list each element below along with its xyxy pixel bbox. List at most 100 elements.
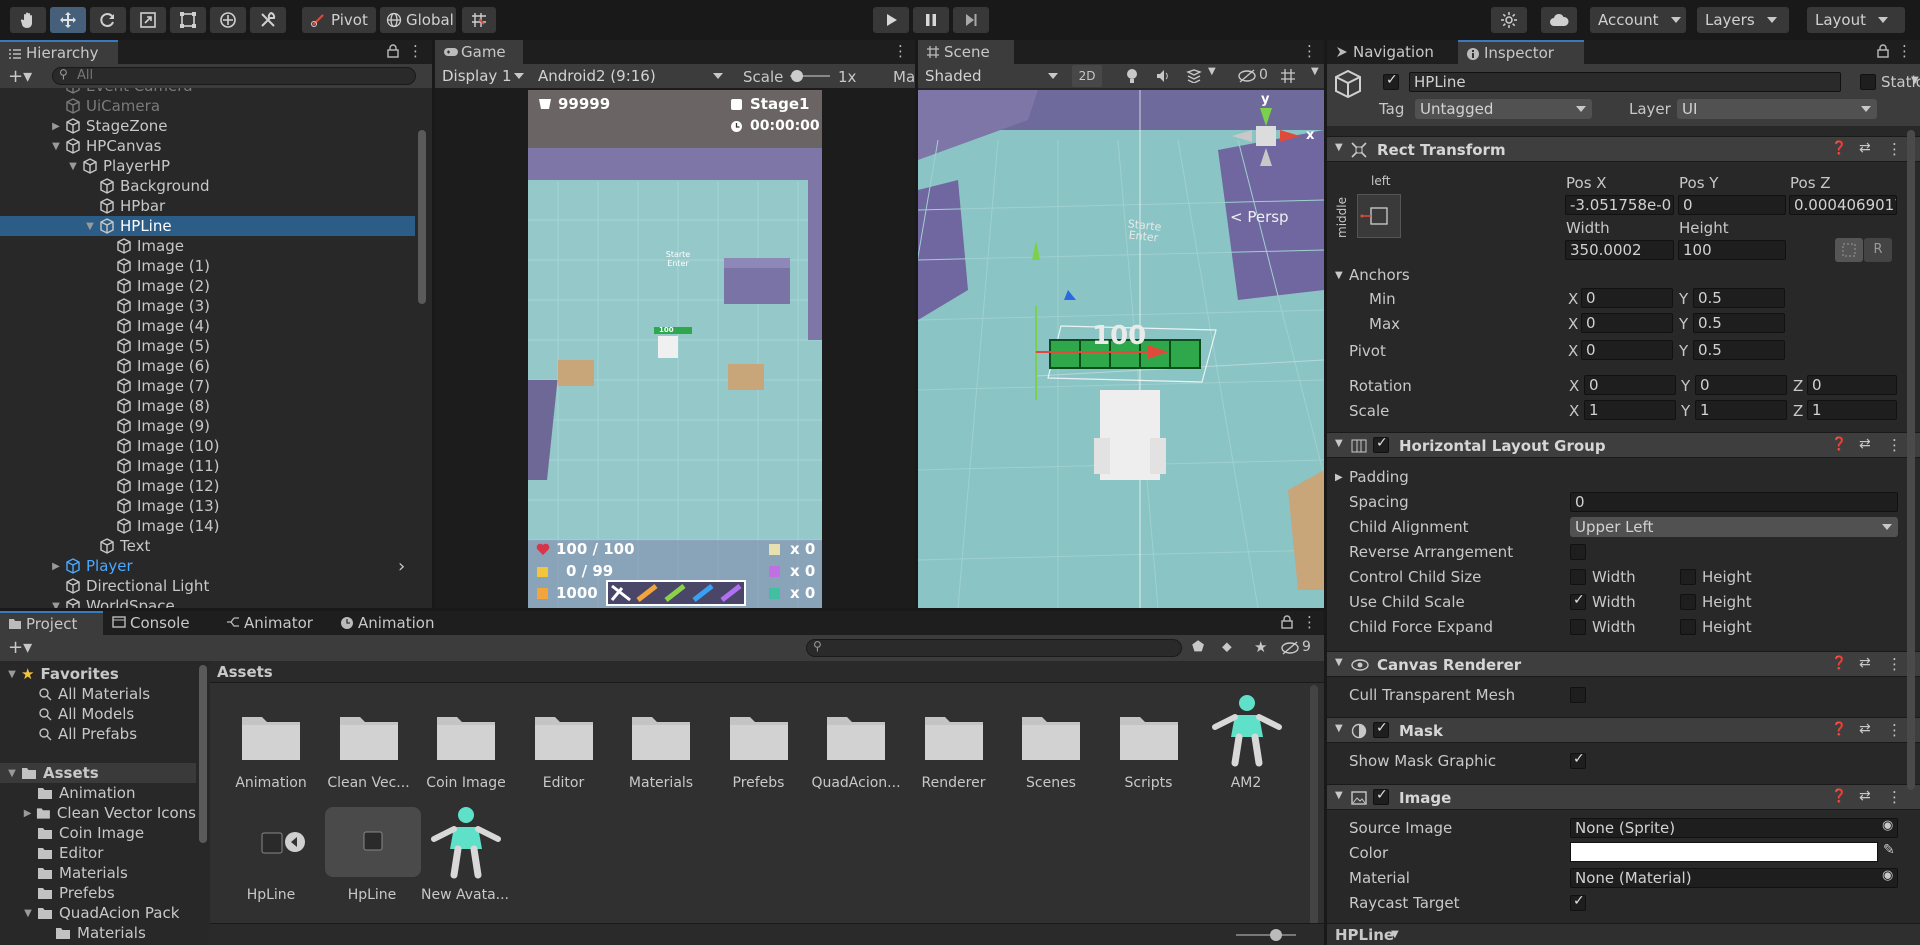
pivot-x-field[interactable]: 0 <box>1581 340 1673 360</box>
hidden-objects-icon[interactable] <box>1238 69 1256 83</box>
hierarchy-item[interactable]: Image (8) <box>0 396 415 416</box>
lighting-icon[interactable] <box>1125 68 1139 84</box>
scene-orientation-gizmo[interactable] <box>1218 96 1318 192</box>
tab-scene[interactable]: Scene <box>918 40 1014 64</box>
static-dropdown-icon[interactable]: ▼ <box>1911 75 1919 86</box>
maximize-toggle[interactable]: Ma <box>893 68 915 86</box>
hierarchy-item[interactable]: Image (2) <box>0 276 415 296</box>
anchors-collapse-icon[interactable]: ▼ <box>1335 270 1343 281</box>
control-height-checkbox[interactable] <box>1680 569 1696 585</box>
expand-arrow-icon[interactable]: ▼ <box>50 600 62 609</box>
scale-tool-button[interactable] <box>130 7 166 33</box>
hierarchy-item[interactable]: Image (14) <box>0 516 415 536</box>
hierarchy-item[interactable]: Image (12) <box>0 476 415 496</box>
image-enabled-checkbox[interactable] <box>1373 787 1389 805</box>
expand-width-checkbox[interactable] <box>1570 619 1586 635</box>
gizmos-dropdown-icon[interactable]: ▼ <box>1311 66 1319 77</box>
presets-icon[interactable]: ⇄ <box>1859 140 1871 156</box>
effects-icon[interactable] <box>1186 69 1202 83</box>
posz-field[interactable]: 0.0004069017 <box>1789 195 1897 215</box>
asset-folder[interactable]: Prefebs <box>714 693 804 798</box>
project-search-input[interactable]: ⚲ <box>806 639 1182 657</box>
asset-breadcrumb[interactable]: Assets <box>217 663 273 681</box>
footer-object-label[interactable]: HPLine <box>1335 926 1394 944</box>
image-header[interactable]: ▼ Image ❓ ⇄ ⋮ <box>1327 784 1920 810</box>
lock-icon[interactable] <box>387 44 399 58</box>
asset-item[interactable]: New Avata... <box>420 805 510 910</box>
assets-root-folder[interactable]: ▼ Assets <box>0 763 196 783</box>
asset-folder[interactable]: Clean Vec... <box>324 693 414 798</box>
hierarchy-menu-icon[interactable]: ⋮ <box>408 42 423 62</box>
favorites-star-icon[interactable]: ★ <box>1254 638 1267 656</box>
scale-width-checkbox[interactable] <box>1570 592 1586 610</box>
mask-help-icon[interactable]: ❓ <box>1831 722 1847 737</box>
custom-tool-button[interactable] <box>250 7 286 33</box>
spacing-field[interactable]: 0 <box>1570 492 1898 512</box>
game-viewport[interactable]: 99999 Stage1 00:00:00 Starte Enter 100 1… <box>528 90 822 608</box>
image-presets-icon[interactable]: ⇄ <box>1859 788 1871 804</box>
icon-size-slider[interactable] <box>1236 934 1296 936</box>
asset-folder[interactable]: Materials <box>616 693 706 798</box>
asset-item[interactable]: HpLine <box>226 805 316 910</box>
hierarchy-item[interactable]: Image (10) <box>0 436 415 456</box>
material-field[interactable]: None (Material) <box>1570 868 1898 888</box>
resolution-dropdown[interactable]: Android2 (9:16) <box>533 66 729 86</box>
hierarchy-item[interactable]: Image (4) <box>0 316 415 336</box>
asset-item[interactable]: AM2 <box>1201 693 1291 798</box>
scale-y-field[interactable]: 1 <box>1695 400 1787 420</box>
gizmos-grid-icon[interactable] <box>1280 68 1296 84</box>
step-button[interactable] <box>953 7 989 33</box>
anchor-presets-button[interactable] <box>1357 194 1401 238</box>
hlg-collapse-icon[interactable]: ▼ <box>1335 438 1343 449</box>
expand-arrow-icon[interactable]: ▼ <box>67 160 79 172</box>
folder-tree-item[interactable]: Coin Image <box>0 823 196 843</box>
scale-height-checkbox[interactable] <box>1680 594 1696 610</box>
tab-animator[interactable]: Animator <box>218 611 322 635</box>
child-alignment-dropdown[interactable]: Upper Left <box>1570 517 1898 537</box>
asset-grid-scrollbar[interactable] <box>1310 685 1318 929</box>
perspective-toggle[interactable]: < Persp <box>1230 208 1289 226</box>
favorites-collapse-icon[interactable]: ▼ <box>6 668 18 680</box>
canvas-renderer-header[interactable]: ▼ Canvas Renderer ❓ ⇄ ⋮ <box>1327 651 1920 677</box>
expand-arrow-icon[interactable]: ▼ <box>50 140 62 152</box>
move-tool-button[interactable] <box>50 7 86 33</box>
folder-tree-item[interactable]: Editor <box>0 843 196 863</box>
tab-inspector[interactable]: Inspector <box>1458 40 1584 64</box>
asset-folder[interactable]: Scenes <box>1006 693 1096 798</box>
folder-tree-item[interactable]: Materials <box>0 863 196 883</box>
control-width-checkbox[interactable] <box>1570 569 1586 585</box>
mask-menu-icon[interactable]: ⋮ <box>1887 721 1902 739</box>
folder-expand-icon[interactable]: ▶ <box>22 807 33 819</box>
project-menu-icon[interactable]: ⋮ <box>1302 613 1317 633</box>
hierarchy-scrollbar[interactable] <box>418 130 426 304</box>
asset-folder[interactable]: QuadAcion... <box>811 693 901 798</box>
prefab-open-chevron-icon[interactable]: › <box>398 556 405 577</box>
object-name-field[interactable]: HPLine <box>1409 72 1841 92</box>
folder-tree-item[interactable]: Materials <box>0 923 196 943</box>
color-swatch[interactable] <box>1570 842 1878 862</box>
anchor-max-y-field[interactable]: 0.5 <box>1693 313 1785 333</box>
favorite-item[interactable]: All Prefabs <box>0 724 196 744</box>
asset-folder[interactable]: Scripts <box>1104 693 1194 798</box>
width-field[interactable]: 350.0002 <box>1565 240 1674 260</box>
hierarchy-item[interactable]: ▶ StageZone <box>0 116 415 136</box>
folder-tree-item[interactable]: Animation <box>0 783 196 803</box>
hlg-enabled-checkbox[interactable] <box>1373 435 1389 453</box>
hierarchy-item[interactable]: HPbar <box>0 196 415 216</box>
inspector-menu-icon[interactable]: ⋮ <box>1897 42 1912 62</box>
hlg-presets-icon[interactable]: ⇄ <box>1859 436 1871 452</box>
hierarchy-item[interactable]: ▼ HPCanvas <box>0 136 415 156</box>
footer-dropdown-icon[interactable]: ▼ <box>1391 929 1399 940</box>
asset-folder[interactable]: Animation <box>226 693 316 798</box>
hierarchy-item[interactable]: Image <box>0 236 415 256</box>
folder-tree-item[interactable]: Prefebs <box>0 883 196 903</box>
scale-z-field[interactable]: 1 <box>1807 400 1897 420</box>
search-by-label-icon[interactable]: ⬥ <box>1222 639 1232 655</box>
weapon-slots[interactable] <box>606 580 746 606</box>
padding-expand-icon[interactable]: ▶ <box>1335 472 1343 483</box>
rotation-z-field[interactable]: 0 <box>1807 375 1897 395</box>
hierarchy-item[interactable]: Image (1) <box>0 256 415 276</box>
asset-folder[interactable]: Coin Image <box>421 693 511 798</box>
tab-hierarchy[interactable]: Hierarchy <box>0 40 118 64</box>
source-image-field[interactable]: None (Sprite) <box>1570 818 1898 838</box>
